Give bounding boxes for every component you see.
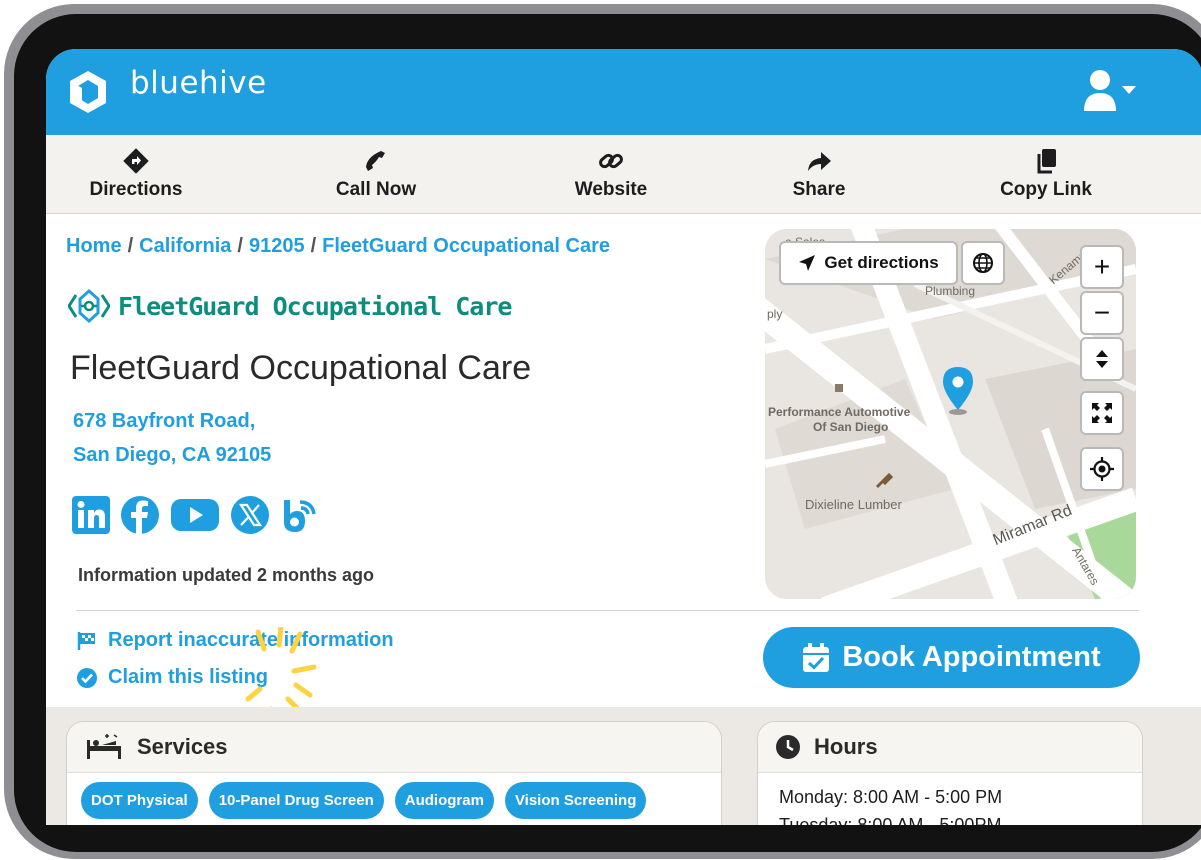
map-view[interactable]: e Sales Plumbing Kenamar ply Performance… — [765, 229, 1136, 599]
address-line-2[interactable]: San Diego, CA 92105 — [73, 444, 271, 467]
call-now-label: Call Now — [335, 179, 417, 200]
fullscreen-button[interactable] — [1080, 391, 1124, 435]
service-pill[interactable]: Vision Screening — [504, 782, 647, 819]
action-bar: Directions Call Now Website Share Copy L… — [46, 135, 1201, 214]
map-tilt-button[interactable] — [1080, 337, 1124, 381]
breadcrumb-separator: / — [127, 235, 134, 257]
book-appointment-button[interactable]: Book Appointment — [763, 627, 1140, 688]
directions-button[interactable]: Directions — [56, 135, 216, 213]
navigation-arrow-icon — [798, 254, 816, 272]
hours-row: Monday: 8:00 AM - 5:00 PM — [779, 787, 1003, 807]
map-label-performance: Performance Automotive — [768, 405, 911, 419]
copy-link-button[interactable]: Copy Link — [966, 135, 1126, 213]
fleetguard-logo-icon — [68, 289, 110, 323]
updated-text: Information updated 2 months ago — [78, 565, 374, 585]
website-button[interactable]: Website — [531, 135, 691, 213]
hours-header: Hours — [758, 722, 1142, 773]
expand-icon — [1092, 403, 1112, 423]
breadcrumb-zip[interactable]: 91205 — [249, 235, 305, 257]
page-title: FleetGuard Occupational Care — [70, 349, 532, 387]
bluehive-logo-icon[interactable] — [68, 71, 108, 113]
app-screen: bluehive Directions Call Now Website Sha… — [46, 49, 1201, 825]
share-arrow-icon — [806, 147, 832, 175]
copy-link-label: Copy Link — [1000, 179, 1092, 200]
user-menu-button[interactable] — [1084, 69, 1140, 113]
map-label-ply: ply — [767, 307, 783, 321]
zoom-out-button[interactable]: − — [1080, 291, 1124, 335]
get-directions-label: Get directions — [824, 253, 939, 272]
youtube-icon[interactable] — [170, 496, 220, 538]
social-links — [72, 496, 320, 538]
hours-list: Monday: 8:00 AM - 5:00 PM Tuesday: 8:00 … — [758, 773, 1142, 825]
breadcrumb-state[interactable]: California — [139, 235, 231, 257]
hours-title: Hours — [814, 734, 878, 759]
services-title: Services — [137, 734, 228, 759]
directions-label: Directions — [89, 179, 183, 200]
check-circle-icon — [77, 667, 99, 688]
share-label: Share — [792, 179, 846, 200]
breadcrumb-current[interactable]: FleetGuard Occupational Care — [322, 235, 610, 257]
get-directions-button[interactable]: Get directions — [779, 241, 958, 285]
facebook-icon[interactable] — [121, 496, 159, 538]
service-pill[interactable]: DOT Physical — [81, 782, 198, 819]
map-label-dixieline: Dixieline Lumber — [805, 497, 902, 512]
phone-icon — [365, 147, 387, 175]
x-twitter-icon[interactable] — [231, 496, 269, 538]
zoom-in-button[interactable]: + — [1080, 245, 1124, 289]
services-header: Services — [67, 722, 721, 773]
hours-row: Tuesday: 8:00 AM - 5:00PM — [779, 815, 1002, 825]
map-globe-button[interactable] — [961, 241, 1005, 285]
section-divider — [76, 610, 1139, 611]
breadcrumb-separator: / — [237, 235, 243, 257]
clock-icon — [776, 735, 800, 759]
breadcrumb-separator: / — [310, 235, 317, 257]
services-card: Services DOT Physical 10-Panel Drug Scre… — [66, 721, 722, 825]
user-icon — [1084, 70, 1136, 111]
hours-card: Hours Monday: 8:00 AM - 5:00 PM Tuesday:… — [757, 721, 1143, 825]
business-logo: FleetGuard Occupational Care — [68, 289, 512, 323]
service-pill[interactable]: 10-Panel Drug Screen — [208, 782, 384, 819]
checkered-flag-icon — [77, 631, 99, 651]
book-appointment-label: Book Appointment — [842, 641, 1101, 673]
address-line-1[interactable]: 678 Bayfront Road, — [73, 410, 255, 433]
linkedin-icon[interactable] — [72, 496, 110, 538]
breadcrumb-home[interactable]: Home — [66, 235, 122, 257]
share-button[interactable]: Share — [739, 135, 899, 213]
services-list: DOT Physical 10-Panel Drug Screen Audiog… — [67, 773, 721, 819]
map-label-performance-2: Of San Diego — [813, 420, 889, 434]
locate-me-button[interactable] — [1080, 447, 1124, 491]
copy-icon — [1035, 147, 1057, 175]
calendar-check-icon — [802, 642, 830, 673]
bluehive-b-icon[interactable] — [280, 496, 320, 538]
globe-icon — [973, 253, 993, 273]
app-name[interactable]: bluehive — [130, 65, 267, 101]
breadcrumb: Home / California/91205/FleetGuard Occupat… — [66, 235, 610, 258]
services-icon — [85, 733, 123, 761]
business-logo-text: FleetGuard Occupational Care — [118, 291, 512, 321]
map-label-plumbing: Plumbing — [925, 284, 976, 298]
app-header: bluehive — [46, 49, 1201, 135]
directions-diamond-icon — [122, 147, 150, 175]
sort-arrows-icon — [1096, 350, 1108, 368]
link-icon — [597, 147, 625, 175]
crosshair-icon — [1090, 457, 1114, 481]
website-label: Website — [574, 179, 648, 200]
service-pill[interactable]: Audiogram — [394, 782, 494, 819]
call-now-button[interactable]: Call Now — [296, 135, 456, 213]
